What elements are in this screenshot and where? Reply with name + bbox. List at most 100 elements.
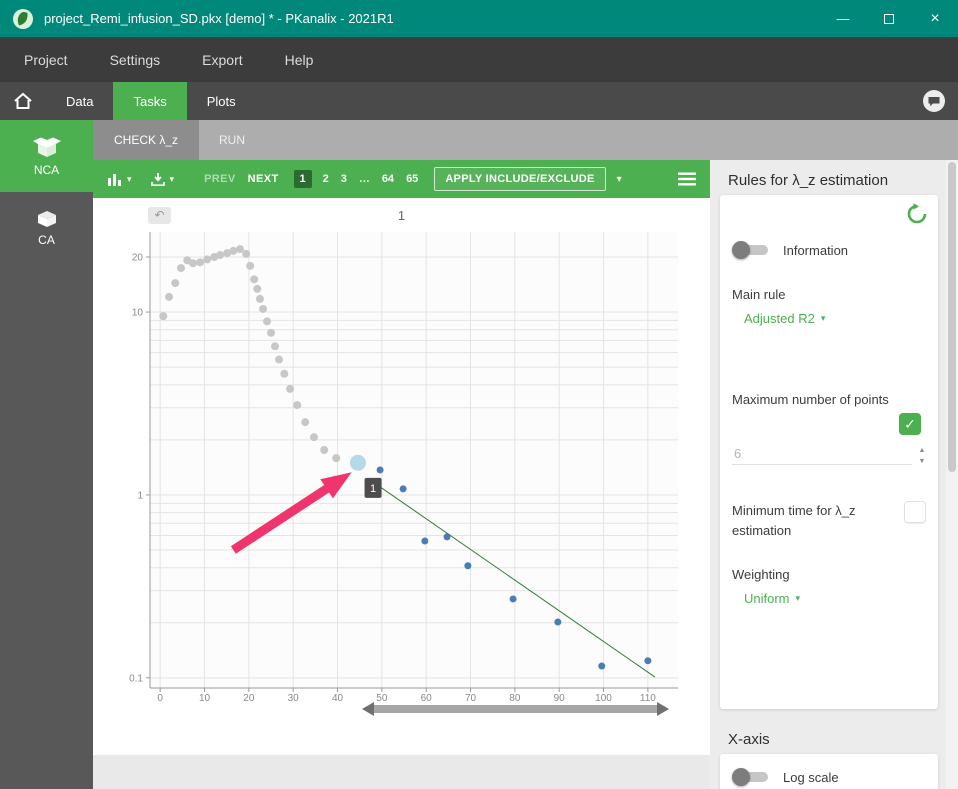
home-button[interactable] bbox=[0, 82, 46, 120]
maximize-button[interactable] bbox=[866, 0, 912, 37]
concentration-time-plot[interactable]: 0 10 20 30 40 50 60 70 80 90 100 110 20 10 1 0.1 1 bbox=[93, 198, 710, 755]
page-ellipsis: … bbox=[358, 173, 370, 185]
svg-text:10: 10 bbox=[132, 308, 144, 319]
chevron-down-icon: ▾ bbox=[169, 173, 175, 184]
svg-text:30: 30 bbox=[288, 693, 300, 704]
x-axis-range-scrollbar[interactable] bbox=[362, 702, 669, 716]
chevron-down-icon: ▾ bbox=[795, 593, 801, 603]
svg-text:100: 100 bbox=[595, 693, 612, 704]
svg-text:50: 50 bbox=[376, 693, 388, 704]
svg-text:20: 20 bbox=[243, 693, 255, 704]
rules-heading: Rules for λ_z estimation bbox=[728, 172, 889, 189]
window-title: project_Remi_infusion_SD.pkx [demo] * - … bbox=[44, 11, 394, 26]
plot-type-button[interactable]: ▾ bbox=[107, 172, 132, 186]
tab-run[interactable]: RUN bbox=[199, 120, 265, 160]
task-sidebar: NCA CA bbox=[0, 120, 93, 789]
chevron-down-icon: ▾ bbox=[127, 173, 132, 184]
pkanalix-logo-icon bbox=[12, 8, 34, 30]
svg-text:0: 0 bbox=[157, 693, 163, 704]
pkanalix-window: project_Remi_infusion_SD.pkx [demo] * - … bbox=[0, 0, 958, 789]
max-points-spinner-up[interactable]: ▲ bbox=[919, 447, 926, 454]
menu-item-export[interactable]: Export bbox=[202, 52, 242, 68]
export-plot-button[interactable]: ▾ bbox=[150, 172, 175, 187]
point-tooltip: 1 bbox=[364, 477, 382, 498]
nav-item-tasks[interactable]: Tasks bbox=[113, 82, 187, 120]
svg-text:80: 80 bbox=[509, 693, 521, 704]
log-scale-toggle[interactable] bbox=[732, 768, 770, 786]
bar-chart-icon bbox=[108, 174, 121, 186]
xaxis-heading: X-axis bbox=[728, 731, 770, 748]
lambda-z-plot-card: ↶ 1 0 10 20 30 40 50 60 70 80 90 100 110 20 10 1 0.1 1 bbox=[93, 198, 710, 755]
home-icon bbox=[14, 92, 32, 109]
open-box-icon bbox=[32, 137, 61, 157]
panel-scrollbar[interactable] bbox=[946, 160, 958, 789]
svg-text:0.1: 0.1 bbox=[129, 673, 143, 684]
navbar: Data Tasks Plots bbox=[0, 82, 958, 120]
maximize-icon bbox=[884, 13, 894, 24]
chevron-down-icon: ▾ bbox=[820, 313, 826, 323]
closed-box-icon bbox=[37, 211, 56, 227]
settings-panel: Rules for λ_z estimation Information Mai bbox=[710, 160, 958, 789]
rules-card: Information Main rule Adjusted R2 ▾ Maxi… bbox=[720, 195, 938, 709]
feedback-button[interactable] bbox=[922, 89, 946, 113]
task-tabs: CHECK λ_z RUN bbox=[93, 120, 958, 160]
menu-item-help[interactable]: Help bbox=[285, 52, 314, 68]
download-icon bbox=[150, 172, 165, 186]
sidebar-item-nca[interactable]: NCA bbox=[0, 120, 93, 192]
main-rule-select[interactable]: Adjusted R2 ▾ bbox=[744, 311, 825, 326]
toggle-knob bbox=[732, 768, 750, 786]
log-scale-label: Log scale bbox=[783, 769, 839, 785]
sidebar-item-label: NCA bbox=[33, 162, 60, 177]
min-time-checkbox[interactable] bbox=[904, 501, 926, 523]
xaxis-card: Log scale bbox=[720, 754, 938, 789]
main-area: CHECK λ_z RUN ▾ ▾ PREV NEXT 1 2 3 … 64 6… bbox=[93, 120, 958, 789]
svg-text:70: 70 bbox=[465, 693, 477, 704]
page-button-1[interactable]: 1 bbox=[293, 170, 312, 188]
page-button-65[interactable]: 65 bbox=[406, 173, 418, 185]
max-points-spinner-down[interactable]: ▼ bbox=[919, 458, 926, 465]
check-icon: ✓ bbox=[904, 415, 916, 432]
page-button-64[interactable]: 64 bbox=[382, 173, 394, 185]
information-label: Information bbox=[783, 242, 849, 258]
titlebar: project_Remi_infusion_SD.pkx [demo] * - … bbox=[0, 0, 958, 37]
svg-text:20: 20 bbox=[132, 253, 144, 264]
chat-bubble-icon bbox=[923, 90, 945, 112]
panel-scrollbar-thumb[interactable] bbox=[948, 162, 956, 472]
reset-rules-button[interactable] bbox=[906, 203, 928, 230]
max-points-checkbox[interactable]: ✓ bbox=[899, 413, 921, 435]
sidebar-item-label: CA bbox=[38, 233, 55, 247]
menu-item-settings[interactable]: Settings bbox=[110, 52, 161, 68]
plot-title: 1 bbox=[397, 208, 406, 223]
information-toggle[interactable] bbox=[732, 241, 770, 259]
svg-text:90: 90 bbox=[554, 693, 566, 704]
apply-dropdown-caret[interactable]: ▾ bbox=[617, 174, 622, 185]
minimize-button[interactable]: — bbox=[820, 0, 866, 37]
next-page-button[interactable]: NEXT bbox=[248, 173, 279, 185]
svg-text:1: 1 bbox=[137, 490, 143, 501]
hamburger-icon bbox=[678, 172, 696, 186]
svg-text:60: 60 bbox=[421, 693, 433, 704]
weighting-label: Weighting bbox=[732, 567, 790, 582]
weighting-select[interactable]: Uniform ▾ bbox=[744, 591, 800, 606]
page-button-3[interactable]: 3 bbox=[341, 173, 347, 185]
svg-text:40: 40 bbox=[332, 693, 344, 704]
main-rule-label: Main rule bbox=[732, 287, 786, 302]
page-button-2[interactable]: 2 bbox=[323, 173, 329, 185]
apply-include-exclude-button[interactable]: APPLY INCLUDE/EXCLUDE bbox=[434, 167, 606, 191]
max-points-input[interactable] bbox=[732, 443, 912, 465]
tab-check-lambda-z[interactable]: CHECK λ_z bbox=[93, 120, 199, 160]
weighting-value: Uniform bbox=[744, 591, 790, 606]
undo-zoom-button[interactable]: ↶ bbox=[148, 207, 171, 224]
toolbar-menu-button[interactable] bbox=[678, 172, 696, 186]
menu-item-project[interactable]: Project bbox=[24, 52, 68, 68]
min-time-label: Minimum time for λ_z estimation bbox=[732, 503, 856, 538]
toggle-knob bbox=[732, 241, 750, 259]
sidebar-item-ca[interactable]: CA bbox=[0, 192, 93, 264]
menubar: Project Settings Export Help bbox=[0, 37, 958, 82]
nav-item-plots[interactable]: Plots bbox=[187, 82, 256, 120]
prev-page-button[interactable]: PREV bbox=[204, 173, 236, 185]
nav-item-data[interactable]: Data bbox=[46, 82, 113, 120]
svg-text:1: 1 bbox=[370, 483, 376, 495]
close-button[interactable]: × bbox=[912, 0, 958, 37]
main-rule-value: Adjusted R2 bbox=[744, 311, 815, 326]
